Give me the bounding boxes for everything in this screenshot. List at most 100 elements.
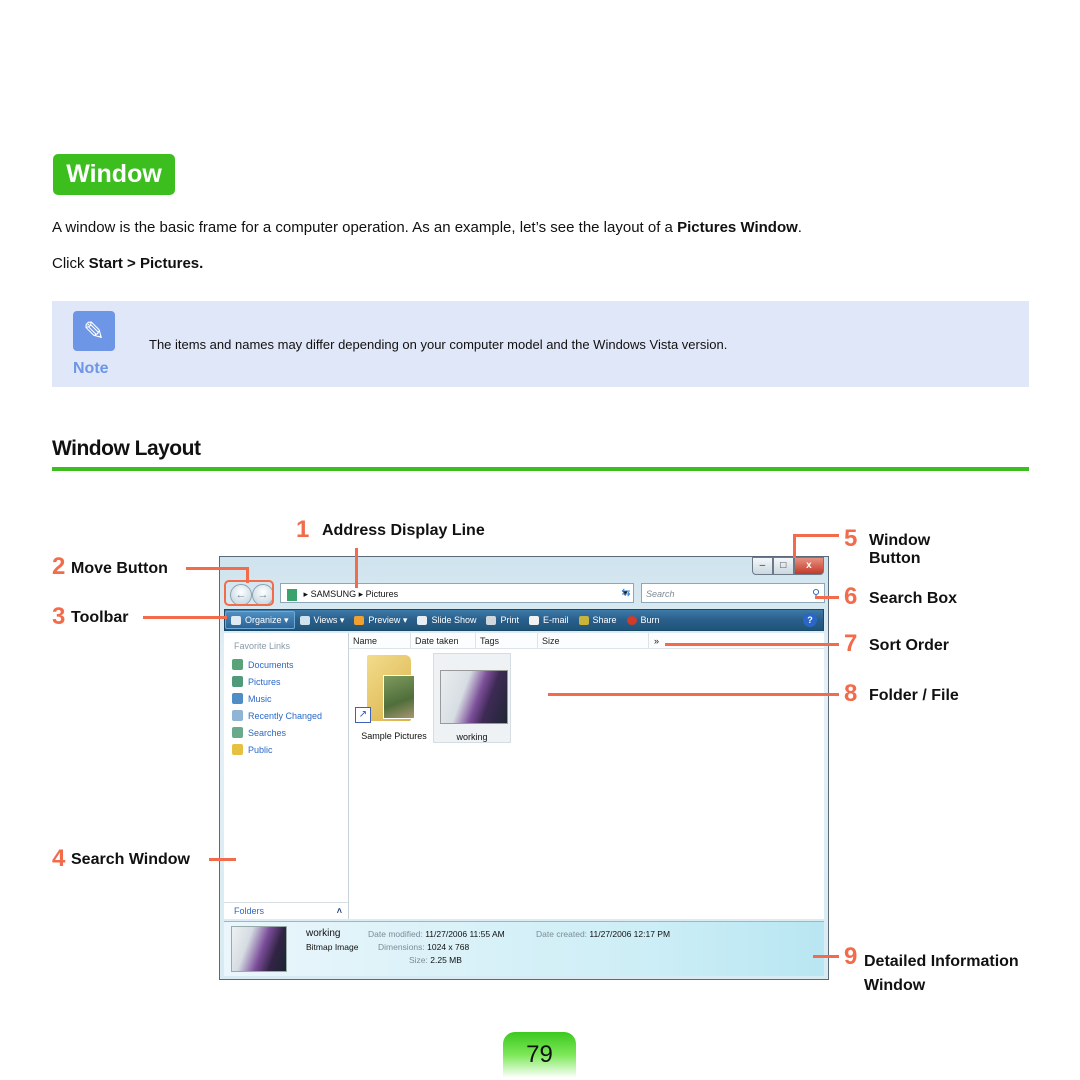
file-item-working[interactable]: working xyxy=(433,653,511,743)
callout-line-5a xyxy=(793,534,796,558)
organize-icon xyxy=(231,615,241,625)
callout-line-5b xyxy=(793,534,839,537)
burn-icon xyxy=(626,615,637,625)
close-button[interactable]: x xyxy=(793,557,824,575)
callout-number-4: 4 xyxy=(52,845,66,872)
callout-label-sort-order: Sort Order xyxy=(869,637,950,654)
note-box: ✎ Note The items and names may differ de… xyxy=(52,301,1029,387)
details-date-created: Date created: 11/27/2006 12:17 PM xyxy=(536,929,671,939)
callout-label-detailed-information: Detailed Information Window xyxy=(864,953,1019,994)
help-icon[interactable]: ? xyxy=(803,613,817,627)
intro-paragraph: A window is the basic frame for a comput… xyxy=(52,219,802,236)
print-icon xyxy=(486,615,497,625)
search-icon[interactable]: ⚲ xyxy=(812,584,820,604)
preview-icon xyxy=(354,615,365,625)
shortcut-arrow-icon: ↗ xyxy=(355,707,371,723)
folders-toggle[interactable]: Folders ˄ xyxy=(224,902,348,919)
toolbar-print[interactable]: Print xyxy=(481,615,524,625)
maximize-button[interactable]: □ xyxy=(772,557,794,575)
address-bar[interactable]: ▸ SAMSUNG ▸ Pictures ▼ xyxy=(280,583,634,603)
fav-link-documents[interactable]: Documents xyxy=(232,659,294,670)
refresh-icon[interactable]: ⇆ xyxy=(616,583,636,603)
callout-label-window-button: Window Button xyxy=(869,532,931,567)
toolbar-views[interactable]: Views ▾ xyxy=(295,615,350,626)
callout-label-move-button: Move Button xyxy=(71,560,168,577)
toolbar-slideshow[interactable]: Slide Show xyxy=(412,615,481,625)
breadcrumb-pictures[interactable]: Pictures xyxy=(366,589,399,599)
column-header-size[interactable]: Size xyxy=(538,633,649,649)
toolbar: Organize ▾ Views ▾ Preview ▾ Slide Show … xyxy=(224,609,824,631)
callout-number-1: 1 xyxy=(296,516,310,543)
callout-number-5: 5 xyxy=(844,525,858,552)
column-header-name[interactable]: Name xyxy=(349,633,411,649)
views-icon xyxy=(299,615,310,625)
note-text: The items and names may differ depending… xyxy=(149,337,728,352)
callout-label-address: Address Display Line xyxy=(322,522,485,539)
minimize-button[interactable]: – xyxy=(752,557,773,575)
callout-number-9: 9 xyxy=(844,943,858,970)
image-thumbnail xyxy=(440,670,508,724)
breadcrumb-samsung[interactable]: SAMSUNG xyxy=(311,589,357,599)
public-folder-icon xyxy=(232,744,243,755)
move-button-highlight xyxy=(224,580,274,606)
callout-number-6: 6 xyxy=(844,583,858,610)
pictures-folder-icon xyxy=(287,588,297,601)
callout-line-1 xyxy=(355,548,358,588)
callout-number-8: 8 xyxy=(844,680,858,707)
details-pane: working Bitmap Image Date modified: 11/2… xyxy=(224,921,824,976)
fav-link-public[interactable]: Public xyxy=(232,744,273,755)
details-size: Size: 2.25 MB xyxy=(409,955,462,965)
callout-label-search-box: Search Box xyxy=(869,590,958,607)
favorite-links-title: Favorite Links xyxy=(234,641,291,651)
callout-line-3 xyxy=(143,616,227,619)
details-date-modified: Date modified: 11/27/2006 11:55 AM xyxy=(368,929,505,939)
callout-line-2 xyxy=(186,567,248,570)
callout-number-2: 2 xyxy=(52,553,66,580)
callout-label-toolbar: Toolbar xyxy=(71,609,129,626)
file-list: Name Date taken Tags Size » ↗ Sample Pic… xyxy=(349,633,824,919)
pencil-icon: ✎ xyxy=(73,311,115,351)
window-buttons: – □ x xyxy=(752,557,824,575)
toolbar-burn[interactable]: Burn xyxy=(622,615,665,625)
fav-link-pictures[interactable]: Pictures xyxy=(232,676,281,687)
recent-icon xyxy=(232,710,243,721)
callout-line-9 xyxy=(813,955,839,958)
more-columns-icon[interactable]: » xyxy=(649,633,824,649)
fav-link-recently-changed[interactable]: Recently Changed xyxy=(232,710,322,721)
step-instruction: Click Start > Pictures. xyxy=(52,255,204,272)
pictures-icon xyxy=(232,676,243,687)
fav-link-searches[interactable]: Searches xyxy=(232,727,286,738)
slideshow-icon xyxy=(417,615,428,625)
callout-label-search-window: Search Window xyxy=(71,851,190,868)
chevron-up-icon: ˄ xyxy=(336,906,342,916)
section-title: Window Layout xyxy=(52,437,201,460)
toolbar-share[interactable]: Share xyxy=(574,615,622,625)
callout-label-folder-file: Folder / File xyxy=(869,687,959,704)
callout-line-4 xyxy=(209,858,236,861)
searches-icon xyxy=(232,727,243,738)
callout-number-7: 7 xyxy=(844,630,858,657)
file-item-sample-pictures[interactable]: ↗ Sample Pictures xyxy=(355,653,433,743)
section-divider xyxy=(52,467,1029,471)
search-input[interactable]: Search ⚲ xyxy=(641,583,825,603)
column-header-date-taken[interactable]: Date taken xyxy=(411,633,476,649)
folder-preview-image xyxy=(383,675,415,719)
note-label: Note xyxy=(73,360,109,377)
toolbar-preview[interactable]: Preview ▾ xyxy=(349,615,412,626)
callout-number-3: 3 xyxy=(52,603,66,630)
documents-icon xyxy=(232,659,243,670)
details-file-name: working xyxy=(306,928,341,939)
details-thumbnail xyxy=(231,926,287,972)
email-icon xyxy=(529,615,539,625)
page-number: 79 xyxy=(503,1032,576,1078)
column-header-tags[interactable]: Tags xyxy=(476,633,538,649)
callout-line-7 xyxy=(665,643,839,646)
details-dimensions: Dimensions: 1024 x 768 xyxy=(378,942,470,952)
explorer-window: – □ x ← → ▸ SAMSUNG ▸ Pictures ▼ ⇆ Searc… xyxy=(219,556,829,980)
share-icon xyxy=(578,615,589,625)
toolbar-email[interactable]: E-mail xyxy=(524,615,574,625)
callout-line-8 xyxy=(548,693,839,696)
details-file-type: Bitmap Image xyxy=(306,942,359,952)
fav-link-music[interactable]: Music xyxy=(232,693,272,704)
toolbar-organize[interactable]: Organize ▾ xyxy=(225,611,295,629)
